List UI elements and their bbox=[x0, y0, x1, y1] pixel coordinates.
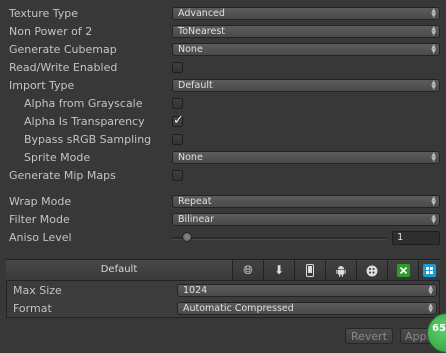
format-dropdown[interactable]: Automatic Compressed ▲ ▼ bbox=[177, 302, 437, 315]
sprite-mode-value: None bbox=[178, 152, 203, 163]
updown-arrows-icon: ▲ ▼ bbox=[431, 213, 436, 225]
aniso-level-slider[interactable] bbox=[172, 232, 386, 244]
sprite-mode-row: Sprite Mode None ▲ ▼ bbox=[0, 149, 446, 167]
updown-arrows-icon: ▲ ▼ bbox=[431, 195, 436, 207]
filter-mode-value: Bilinear bbox=[178, 214, 215, 225]
aniso-level-row: Aniso Level 1 bbox=[0, 229, 446, 247]
wrap-mode-label: Wrap Mode bbox=[9, 195, 72, 208]
read-write-checkbox[interactable] bbox=[172, 62, 183, 73]
max-size-label: Max Size bbox=[13, 284, 62, 297]
platform-settings-panel: Max Size 1024 ▲ ▼ Format Automatic Compre… bbox=[6, 280, 440, 318]
generate-cubemap-dropdown[interactable]: None ▲ ▼ bbox=[172, 43, 440, 56]
updown-arrows-icon: ▲ ▼ bbox=[431, 25, 436, 37]
non-power-of-2-value: ToNearest bbox=[178, 26, 225, 37]
bypass-srgb-checkbox[interactable] bbox=[172, 134, 183, 145]
filter-mode-row: Filter Mode Bilinear ▲ ▼ bbox=[0, 211, 446, 229]
phone-icon bbox=[306, 264, 314, 277]
tab-android[interactable] bbox=[326, 260, 357, 280]
non-power-of-2-label: Non Power of 2 bbox=[9, 25, 93, 38]
alpha-from-grayscale-checkbox[interactable] bbox=[172, 98, 183, 109]
generate-cubemap-label: Generate Cubemap bbox=[9, 43, 117, 56]
updown-arrows-icon: ▲ ▼ bbox=[428, 302, 433, 314]
bypass-srgb-row: Bypass sRGB Sampling bbox=[0, 131, 446, 149]
windows-store-icon bbox=[423, 264, 436, 277]
sprite-mode-dropdown[interactable]: None ▲ ▼ bbox=[172, 151, 440, 164]
wrap-mode-row: Wrap Mode Repeat ▲ ▼ bbox=[0, 193, 446, 211]
tab-xbox[interactable] bbox=[388, 260, 419, 280]
wrap-mode-dropdown[interactable]: Repeat ▲ ▼ bbox=[172, 195, 440, 208]
import-type-dropdown[interactable]: Default ▲ ▼ bbox=[172, 79, 440, 92]
tab-web[interactable]: 🌐︎ bbox=[233, 260, 264, 280]
alpha-from-grayscale-label: Alpha from Grayscale bbox=[24, 97, 143, 110]
import-type-value: Default bbox=[178, 80, 213, 91]
updown-arrows-icon: ▲ ▼ bbox=[431, 7, 436, 19]
aniso-level-label: Aniso Level bbox=[9, 231, 72, 244]
texture-type-label: Texture Type bbox=[9, 7, 79, 20]
non-power-of-2-dropdown[interactable]: ToNearest ▲ ▼ bbox=[172, 25, 440, 38]
download-icon: ⬇︎ bbox=[273, 263, 285, 277]
generate-mip-maps-row: Generate Mip Maps bbox=[0, 167, 446, 185]
generate-cubemap-value: None bbox=[178, 44, 203, 55]
fps-badge: 65 bbox=[427, 313, 446, 353]
import-type-row: Import Type Default ▲ ▼ bbox=[0, 77, 446, 95]
apply-label: Appl bbox=[405, 330, 430, 343]
web-icon: 🌐︎ bbox=[243, 263, 253, 277]
updown-arrows-icon: ▲ ▼ bbox=[428, 284, 433, 296]
generate-cubemap-row: Generate Cubemap None ▲ ▼ bbox=[0, 41, 446, 59]
tab-iphone[interactable] bbox=[295, 260, 326, 280]
non-power-of-2-row: Non Power of 2 ToNearest ▲ ▼ bbox=[0, 23, 446, 41]
revert-label: Revert bbox=[350, 330, 388, 343]
slider-thumb[interactable] bbox=[182, 232, 192, 242]
texture-type-row: Texture Type Advanced ▲ ▼ bbox=[0, 5, 446, 23]
read-write-label: Read/Write Enabled bbox=[9, 61, 118, 74]
updown-arrows-icon: ▲ ▼ bbox=[431, 43, 436, 55]
fps-badge-value: 65 bbox=[432, 323, 446, 334]
texture-type-dropdown[interactable]: Advanced ▲ ▼ bbox=[172, 7, 440, 20]
read-write-row: Read/Write Enabled bbox=[0, 59, 446, 77]
filter-mode-dropdown[interactable]: Bilinear ▲ ▼ bbox=[172, 213, 440, 226]
import-type-label: Import Type bbox=[9, 79, 75, 92]
blackberry-icon bbox=[366, 265, 378, 276]
aniso-level-value: 1 bbox=[397, 232, 404, 243]
tab-windows-store[interactable] bbox=[419, 260, 440, 280]
tab-default-label: Default bbox=[100, 264, 138, 275]
format-value: Automatic Compressed bbox=[183, 303, 294, 314]
tab-standalone[interactable]: ⬇︎ bbox=[264, 260, 295, 280]
max-size-value: 1024 bbox=[183, 285, 208, 296]
tab-default[interactable]: Default bbox=[6, 260, 233, 280]
slider-track bbox=[172, 237, 386, 240]
alpha-is-transparency-checkbox[interactable]: ✓ bbox=[172, 113, 184, 128]
updown-arrows-icon: ▲ ▼ bbox=[431, 79, 436, 91]
alpha-is-transparency-row: Alpha Is Transparency ✓ bbox=[0, 113, 446, 131]
generate-mip-maps-checkbox[interactable] bbox=[172, 170, 183, 181]
tab-blackberry[interactable] bbox=[357, 260, 388, 280]
texture-type-value: Advanced bbox=[178, 8, 225, 19]
xbox-icon bbox=[396, 264, 410, 277]
alpha-from-grayscale-row: Alpha from Grayscale bbox=[0, 95, 446, 113]
filter-mode-label: Filter Mode bbox=[9, 213, 70, 226]
platform-tabs: Default 🌐︎ ⬇︎ bbox=[6, 259, 440, 281]
revert-button[interactable]: Revert bbox=[345, 328, 393, 344]
wrap-mode-value: Repeat bbox=[178, 196, 212, 207]
aniso-level-field[interactable]: 1 bbox=[392, 231, 440, 245]
checkmark-icon: ✓ bbox=[173, 113, 184, 128]
android-icon bbox=[336, 265, 346, 277]
generate-mip-maps-label: Generate Mip Maps bbox=[9, 169, 116, 182]
bypass-srgb-label: Bypass sRGB Sampling bbox=[24, 133, 152, 146]
alpha-is-transparency-label: Alpha Is Transparency bbox=[24, 115, 145, 128]
sprite-mode-label: Sprite Mode bbox=[24, 151, 91, 164]
updown-arrows-icon: ▲ ▼ bbox=[431, 151, 436, 163]
max-size-dropdown[interactable]: 1024 ▲ ▼ bbox=[177, 284, 437, 297]
format-label: Format bbox=[13, 302, 52, 315]
